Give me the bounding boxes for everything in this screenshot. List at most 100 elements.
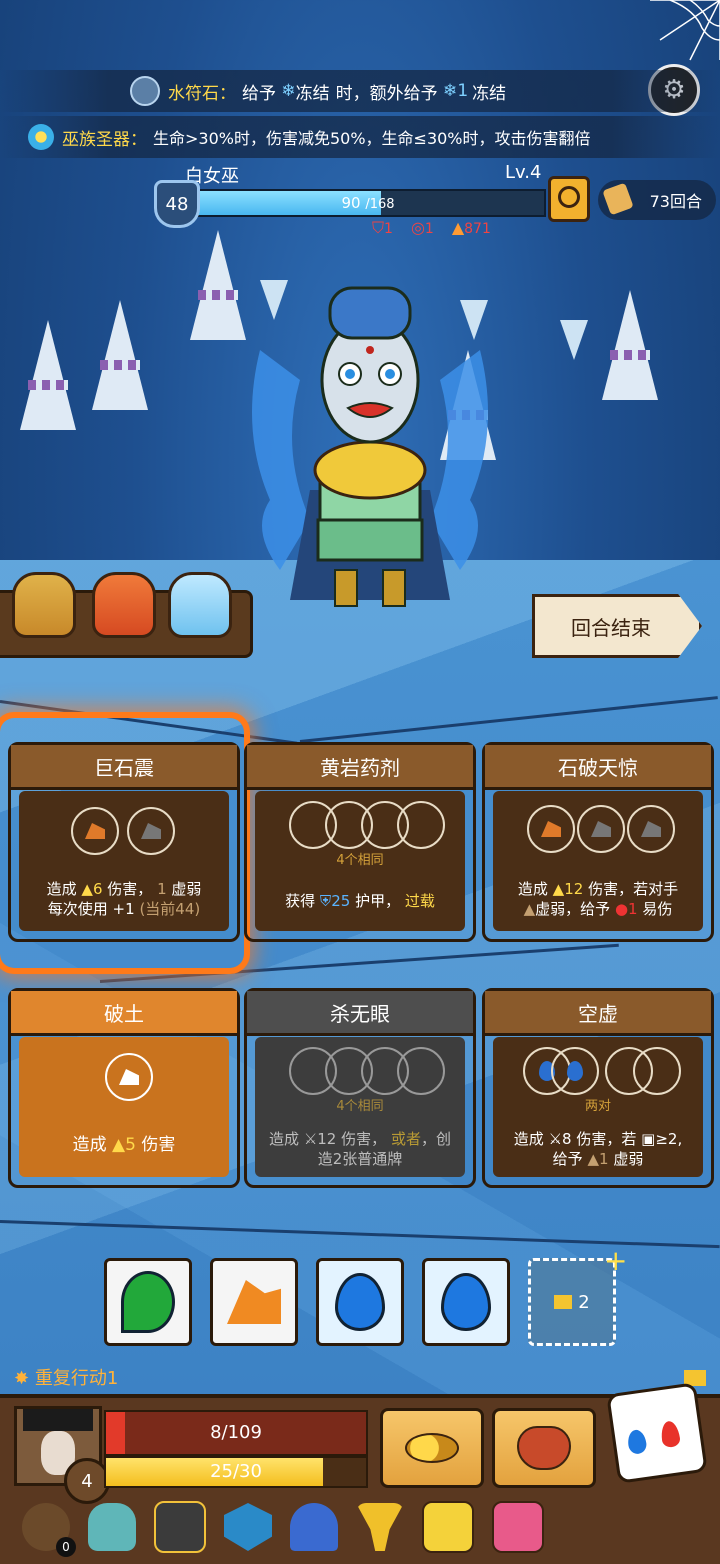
fire-icon xyxy=(659,1420,682,1449)
rock-damage-icon: ▲ xyxy=(552,880,565,898)
golden-chalice-icon[interactable] xyxy=(356,1503,404,1551)
spider-web-icon xyxy=(650,0,720,61)
die-rock[interactable] xyxy=(210,1258,298,1346)
skill-card-break-ground[interactable]: 破土 造成 ▲5 伤害 xyxy=(8,988,240,1188)
dice-slot-water[interactable] xyxy=(551,1047,599,1095)
card-body: 造成 ▲12 伤害，若对手 ▲虚弱，给予 ●1 易伤 xyxy=(493,791,703,931)
die-water[interactable] xyxy=(422,1258,510,1346)
card-body: 两对 造成 ⚔8 伤害，若 ▣≥2, 给予 ▲1 虚弱 xyxy=(493,1037,703,1177)
enemy-hp-current: 90 xyxy=(341,194,361,212)
dice-box-icon[interactable] xyxy=(492,1501,544,1553)
gold-brick-icon[interactable] xyxy=(422,1501,474,1553)
red-potion-icon[interactable] xyxy=(92,572,156,638)
damage-value: 6 xyxy=(92,880,103,898)
buy-die-slot[interactable]: 2 xyxy=(528,1258,616,1346)
skill-card-kill-no-eyes[interactable]: 杀无眼 4个相同 造成 ⚔12 伤害， 或者，创 造2张普通牌 xyxy=(244,988,476,1188)
rock-damage-icon: ▲ xyxy=(81,880,93,898)
gold-bar-icon xyxy=(554,1295,573,1309)
armor-value: 25 xyxy=(331,892,351,910)
desc-text: ，创 xyxy=(420,1130,451,1148)
icicle xyxy=(560,320,588,360)
scroll-icon xyxy=(602,182,634,216)
reroll-die-button[interactable] xyxy=(606,1382,708,1484)
tribe-relic-banner: 巫族圣器： 生命>30%时，伤害减免50%，生命≤30%时，攻击伤害翻倍 xyxy=(0,116,720,158)
card-body: 造成 ▲5 伤害 xyxy=(19,1037,229,1177)
enemy-hp-max: /168 xyxy=(365,197,395,212)
card-description: 造成 ⚔8 伤害，若 ▣≥2, 给予 ▲1 虚弱 xyxy=(499,1129,697,1169)
skill-card-stone-shatter[interactable]: 石破天惊 造成 ▲12 伤害，若对手 ▲虚弱，给予 ●1 易伤 xyxy=(482,742,714,942)
weak-icon: ▲ xyxy=(523,900,536,918)
die-water[interactable] xyxy=(316,1258,404,1346)
gold-coins-button[interactable] xyxy=(380,1408,484,1488)
dice-slot-rock[interactable] xyxy=(71,807,119,855)
frost-shield-icon[interactable] xyxy=(224,1503,272,1551)
rock-icon xyxy=(85,823,105,839)
green-potion-icon[interactable] xyxy=(12,572,76,638)
card-description: 造成 ▲6 伤害， 1 虚弱 每次使用 +1 (当前44) xyxy=(25,879,223,919)
dice-slot-rock[interactable] xyxy=(527,805,575,853)
dice-slot-empty[interactable] xyxy=(397,1047,445,1095)
bag-button[interactable]: 0 xyxy=(22,1503,76,1557)
water-rune-text-a: 给予 xyxy=(242,83,276,104)
card-body: 4个相同 获得 ⛨25 护甲， 过载 xyxy=(255,791,465,931)
rune-block-icon[interactable] xyxy=(154,1501,206,1553)
enemy-hp-bar: 90 /168 xyxy=(190,189,546,217)
damage-value: 5 xyxy=(125,1135,136,1155)
desc-text: 造成 xyxy=(72,1135,107,1155)
end-turn-label: 回合结束 xyxy=(571,615,651,640)
card-condition: 4个相同 xyxy=(336,853,384,868)
end-turn-button[interactable]: 回合结束 xyxy=(532,594,702,658)
desc-text: 造2张普通牌 xyxy=(317,1150,403,1168)
skill-card-void[interactable]: 空虚 两对 造成 ⚔8 伤害，若 ▣≥2, 给予 ▲1 虚弱 xyxy=(482,988,714,1188)
blue-potion-icon[interactable] xyxy=(168,572,232,638)
weak-value: 1 xyxy=(157,880,167,898)
player-energy-bar: 25/30 xyxy=(104,1456,368,1488)
fire-status: ▲871 xyxy=(451,218,491,237)
defense-down-count: 1 xyxy=(384,221,393,237)
hat-icon xyxy=(23,1409,93,1431)
or-keyword: 或者 xyxy=(390,1130,421,1148)
rock-icon xyxy=(591,821,611,837)
desc-text: 造成 xyxy=(513,1130,544,1148)
target-status: ◎1 xyxy=(410,218,434,237)
card-description: 造成 ⚔12 伤害， 或者，创 造2张普通牌 xyxy=(261,1129,459,1169)
dice-slot-rock[interactable] xyxy=(127,807,175,855)
inventory-bar: 0 xyxy=(0,1494,720,1560)
desc-text: 伤害， xyxy=(107,880,153,898)
treasure-pot-button[interactable] xyxy=(492,1408,596,1488)
sword-icon: ⚔ xyxy=(548,1130,563,1148)
tribe-relic-label: 巫族圣器： xyxy=(62,129,147,150)
rock-icon xyxy=(227,1280,281,1324)
add-die-plus-icon[interactable]: + xyxy=(604,1244,627,1277)
card-description: 获得 ⛨25 护甲， 过载 xyxy=(261,891,459,911)
white-witch-monster[interactable] xyxy=(240,270,500,620)
card-description: 造成 ▲12 伤害，若对手 ▲虚弱，给予 ●1 易伤 xyxy=(499,879,697,919)
die-leaf[interactable] xyxy=(104,1258,192,1346)
intel-scroll-button[interactable] xyxy=(548,176,590,222)
leaf-icon xyxy=(121,1271,175,1333)
dice-slot-empty[interactable] xyxy=(397,801,445,849)
dice-slot-rock[interactable] xyxy=(627,805,675,853)
water-rune-label: 水符石： xyxy=(168,83,236,104)
water-drop-icon xyxy=(626,1428,648,1455)
skill-card-yellow-rock-potion[interactable]: 黄岩药剂 4个相同 获得 ⛨25 护甲， 过载 xyxy=(244,742,476,942)
vase-relic-icon[interactable] xyxy=(88,1503,136,1551)
desc-text: 易伤 xyxy=(642,900,673,918)
desc-text: 伤害， xyxy=(341,1130,387,1148)
vulnerable-icon: ● xyxy=(614,900,629,918)
water-rune-freeze-b: 冻结 xyxy=(472,83,507,104)
water-rune-freeze-a: 冻结 xyxy=(295,83,330,104)
dice-slot-rock[interactable] xyxy=(577,805,625,853)
enemy-shield-value: 48 xyxy=(165,193,189,215)
dice-slot-empty[interactable] xyxy=(633,1047,681,1095)
card-title: 破土 xyxy=(11,991,237,1036)
dice-slot-rock[interactable] xyxy=(105,1053,153,1101)
skill-card-boulder-quake[interactable]: 巨石震 造成 ▲6 伤害， 1 虚弱 每次使用 +1 (当前44) xyxy=(8,742,240,942)
desc-text: 护甲， xyxy=(355,892,401,910)
ice-spike xyxy=(190,230,246,340)
damage-value: 12 xyxy=(317,1130,337,1148)
damage-value: 12 xyxy=(564,880,584,898)
mushroom-icon[interactable] xyxy=(290,1503,338,1551)
water-rune-freeze-count: 1 xyxy=(457,81,469,101)
card-body: 造成 ▲6 伤害， 1 虚弱 每次使用 +1 (当前44) xyxy=(19,791,229,931)
